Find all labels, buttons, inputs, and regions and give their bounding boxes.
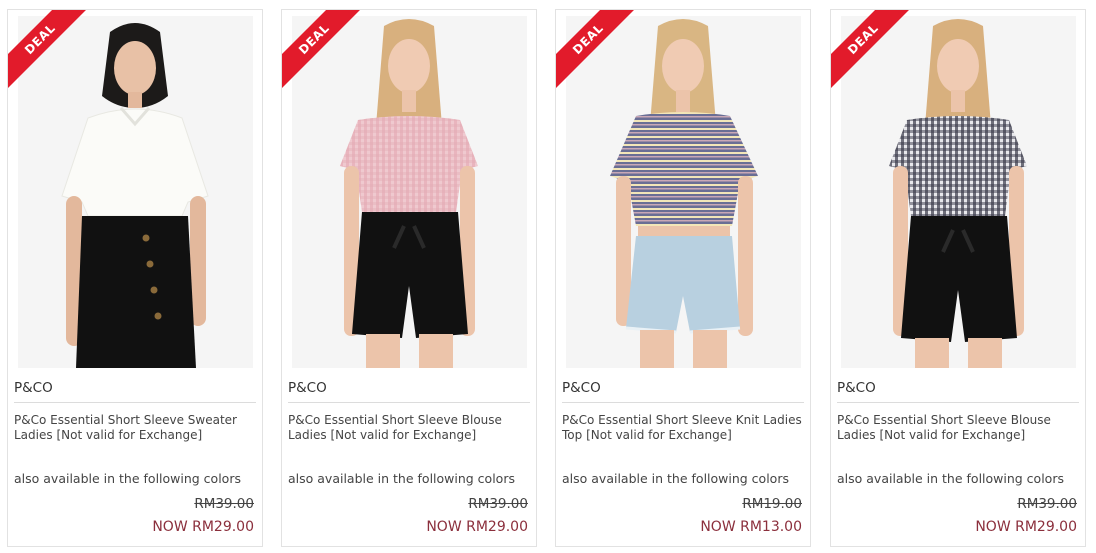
sale-price: NOW RM29.00: [975, 519, 1077, 535]
deal-badge: DEAL: [8, 10, 97, 99]
original-price: RM19.00: [742, 496, 802, 512]
product-name[interactable]: P&Co Essential Short Sleeve Blouse Ladie…: [837, 413, 1077, 443]
product-brand: P&CO: [14, 380, 53, 396]
product-card[interactable]: DEAL: [555, 9, 811, 547]
product-name[interactable]: P&Co Essential Short Sleeve Sweater Ladi…: [14, 413, 254, 443]
original-price: RM39.00: [468, 496, 528, 512]
deal-badge: DEAL: [282, 10, 371, 99]
colors-note: also available in the following colors: [14, 471, 241, 486]
deal-badge-label: DEAL: [831, 10, 918, 94]
sale-price: NOW RM29.00: [152, 519, 254, 535]
product-brand: P&CO: [562, 380, 601, 396]
colors-note: also available in the following colors: [562, 471, 789, 486]
divider: [562, 402, 804, 403]
product-name[interactable]: P&Co Essential Short Sleeve Knit Ladies …: [562, 413, 802, 443]
original-price: RM39.00: [194, 496, 254, 512]
product-grid: DEAL P&CO P&Co Essential Short Sleeve Sw…: [0, 0, 1096, 553]
product-card[interactable]: DEAL: [281, 9, 537, 547]
product-brand: P&CO: [837, 380, 876, 396]
divider: [288, 402, 530, 403]
sale-price: NOW RM13.00: [700, 519, 802, 535]
colors-note: also available in the following colors: [837, 471, 1064, 486]
product-card[interactable]: DEAL: [830, 9, 1086, 547]
product-card[interactable]: DEAL P&CO P&Co Essential Short Sleeve Sw…: [7, 9, 263, 547]
deal-badge-label: DEAL: [8, 10, 95, 94]
sale-price: NOW RM29.00: [426, 519, 528, 535]
deal-badge: DEAL: [831, 10, 920, 99]
divider: [837, 402, 1079, 403]
product-brand: P&CO: [288, 380, 327, 396]
original-price: RM39.00: [1017, 496, 1077, 512]
divider: [14, 402, 256, 403]
deal-badge: DEAL: [556, 10, 645, 99]
colors-note: also available in the following colors: [288, 471, 515, 486]
deal-badge-label: DEAL: [282, 10, 369, 94]
deal-badge-label: DEAL: [556, 10, 643, 94]
product-name[interactable]: P&Co Essential Short Sleeve Blouse Ladie…: [288, 413, 528, 443]
